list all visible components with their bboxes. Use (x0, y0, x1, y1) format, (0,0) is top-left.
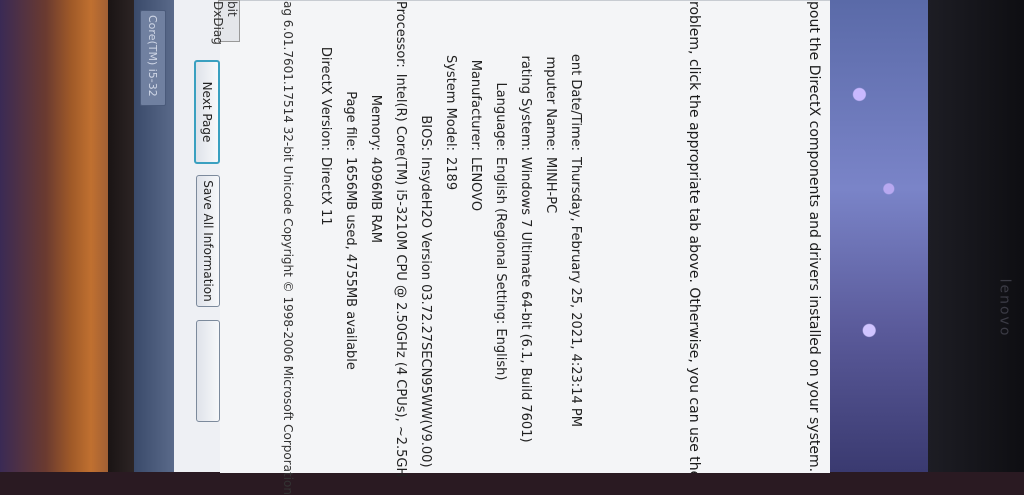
info-row: mputer Name: MINH-PC (538, 1, 563, 473)
exit-button[interactable] (196, 320, 220, 422)
bezel-brand-logo: lenovo (996, 278, 1013, 338)
taskbar-item[interactable]: Core(TM) i5-32 (140, 10, 166, 106)
info-label: Memory: (368, 94, 383, 151)
info-row: Language: English (Regional Setting: Engl… (488, 1, 513, 473)
info-label: Page file: (343, 91, 358, 151)
info-value: 2189 (443, 157, 458, 191)
next-page-button[interactable]: Next Page (194, 60, 220, 164)
intro-text-line-2: roblem, click the appropriate tab above.… (686, 1, 702, 473)
info-label: Language: (493, 82, 508, 151)
info-value: Thursday, February 25, 2021, 4:23:14 PM (568, 157, 583, 427)
info-row: BIOS: InsydeH2O Version 03.72.27SECN95WW(… (413, 1, 438, 473)
info-value: 4096MB RAM (368, 157, 383, 243)
info-label: Manufacturer: (468, 59, 483, 151)
info-value: MINH-PC (543, 157, 558, 214)
save-all-information-button[interactable]: Save All Information (196, 175, 220, 307)
dxdiag-64bit-button[interactable]: bit DxDiag (211, 0, 240, 45)
info-row: Memory: 4096MB RAM (363, 1, 388, 473)
taskbar: Core(TM) i5-32 (134, 0, 174, 472)
info-row: Processor: Intel(R) Core(TM) i5-3210M CPU… (388, 1, 413, 477)
info-label: ent Date/Time: (568, 53, 583, 151)
desktop-wallpaper (830, 0, 928, 472)
info-label: DirectX Version: (318, 46, 333, 151)
info-row: rating System: Windows 7 Ultimate 64-bit … (513, 1, 538, 473)
info-value: English (Regional Setting: English) (493, 157, 508, 381)
info-label: mputer Name: (543, 56, 558, 151)
dxdiag-window: pout the DirectX components and drivers … (134, 0, 830, 495)
info-value: Intel(R) Core(TM) i5-3210M CPU @ 2.50GHz… (393, 73, 408, 478)
info-value: InsydeH2O Version 03.72.27SECN95WW(V9.00… (418, 157, 433, 468)
info-row: Page file: 1656MB used, 4755MB available (338, 1, 363, 473)
info-value: DirectX 11 (318, 157, 333, 226)
info-row: ent Date/Time: Thursday, February 25, 202… (563, 1, 588, 473)
info-row: DirectX Version: DirectX 11 (313, 1, 338, 473)
info-label: rating System: (518, 55, 533, 151)
system-tab-panel: pout the DirectX components and drivers … (220, 0, 830, 495)
info-label: System Model: (443, 54, 458, 151)
info-value: Windows 7 Ultimate 64-bit (6.1, Build 76… (518, 157, 533, 443)
info-value: 1656MB used, 4755MB available (343, 157, 358, 370)
info-label: BIOS: (418, 115, 433, 151)
intro-text-line-1: pout the DirectX components and drivers … (806, 1, 822, 473)
system-information-list: ent Date/Time: Thursday, February 25, 202… (313, 1, 588, 477)
info-label: Processor: (393, 1, 408, 68)
info-row: Manufacturer: LENOVO (463, 1, 488, 473)
screen-bezel-right (928, 0, 1024, 472)
copyright-footer: ag 6.01.7601.17514 32-bit Unicode Copyri… (281, 1, 295, 495)
screen-bezel-left (108, 0, 134, 472)
info-value: LENOVO (468, 157, 483, 212)
info-row: System Model: 2189 (438, 1, 463, 473)
